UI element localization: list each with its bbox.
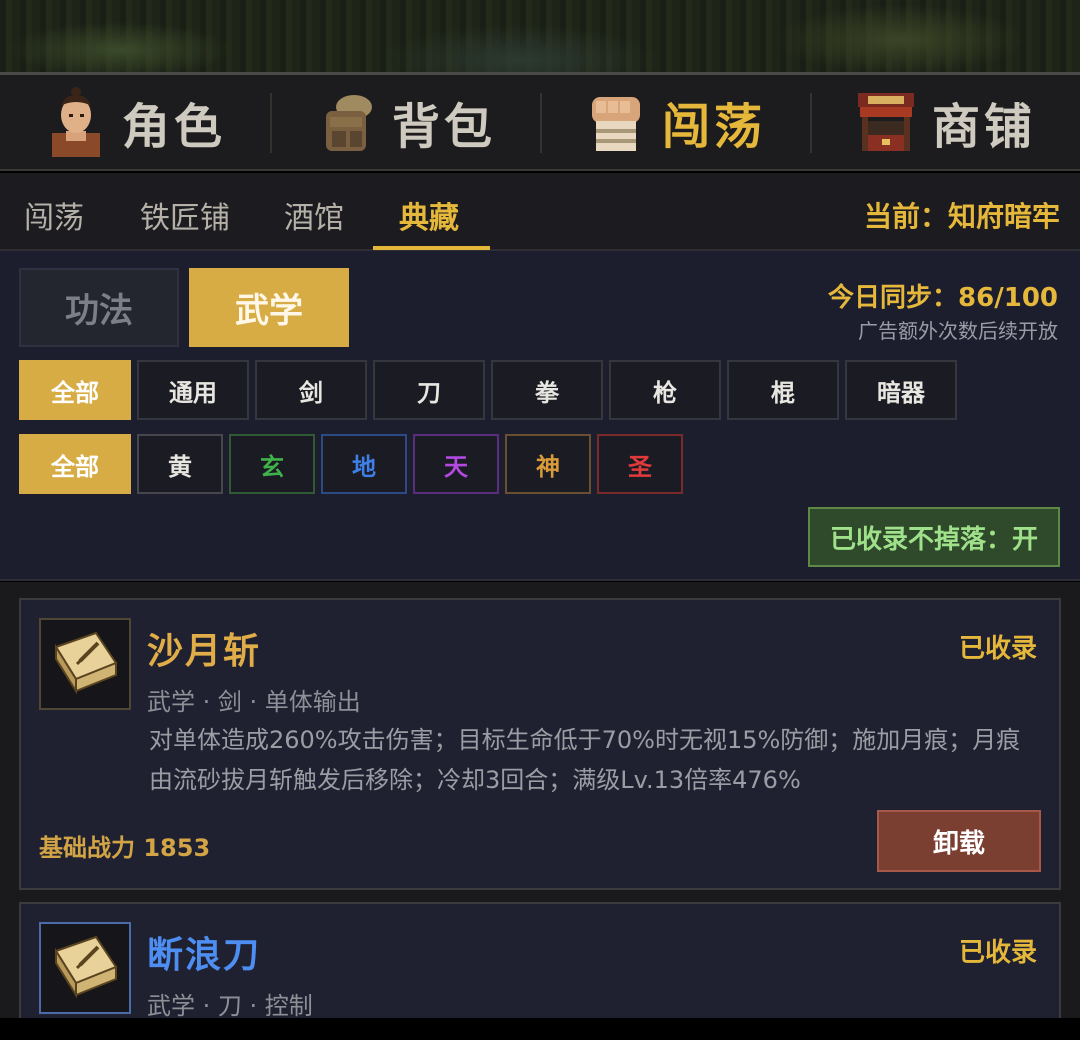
shop-stall-icon xyxy=(857,93,914,151)
grade-filter-all[interactable]: 全部 xyxy=(19,434,131,494)
skill-tags: 武学 · 刀 · 控制 xyxy=(147,992,313,1018)
grade-filter-earth[interactable]: 地 xyxy=(321,434,407,494)
daily-sync-counter: 今日同步：86/100 xyxy=(828,283,1058,313)
current-location: 当前：知府暗牢 xyxy=(863,200,1060,233)
tab-backpack[interactable]: 背包 xyxy=(270,75,540,169)
skill-description: 对单体造成260%攻击伤害；目标生命低于70%时无视15%防御；施加月痕；月痕由… xyxy=(149,726,1021,794)
type-filter-general[interactable]: 通用 xyxy=(137,360,249,420)
subtab-collection[interactable]: 典藏 xyxy=(399,193,459,237)
tab-label: 商铺 xyxy=(931,99,1036,155)
type-filter-staff[interactable]: 棍 xyxy=(727,360,839,420)
skill-name: 断浪刀 xyxy=(147,935,262,976)
grade-filter-yellow[interactable]: 黄 xyxy=(137,434,223,494)
grade-filter-xuan[interactable]: 玄 xyxy=(229,434,315,494)
subtab-blacksmith[interactable]: 铁匠铺 xyxy=(140,193,230,237)
skill-card[interactable]: 断浪刀 已收录 武学 · 刀 · 控制 xyxy=(19,902,1061,1018)
subtab-adventure[interactable]: 闯荡 xyxy=(24,193,84,237)
unload-button[interactable]: 卸载 xyxy=(877,810,1041,872)
sync-note: 广告额外次数后续开放 xyxy=(858,319,1058,343)
tab-label: 角色 xyxy=(121,99,226,155)
subtab-tavern[interactable]: 酒馆 xyxy=(284,193,344,237)
main-tab-bar: 角色 背包 闯荡 商铺 xyxy=(0,75,1080,171)
filter-panel: 功法 武学 今日同步：86/100 广告额外次数后续开放 全部 通用 剑 刀 拳… xyxy=(0,251,1080,581)
system-bottom-bar xyxy=(0,1018,1080,1040)
no-drop-collected-toggle[interactable]: 已收录不掉落：开 xyxy=(808,507,1060,567)
type-filter-spear[interactable]: 枪 xyxy=(609,360,721,420)
scenery-banner xyxy=(0,0,1080,74)
tab-character[interactable]: 角色 xyxy=(0,75,270,169)
fist-icon xyxy=(591,97,640,151)
base-power: 基础战力 1853 xyxy=(39,834,211,862)
sub-tab-bar: 闯荡 铁匠铺 酒馆 典藏 当前：知府暗牢 xyxy=(0,173,1080,251)
mode-tab-martial[interactable]: 武学 xyxy=(189,268,349,347)
tab-shop[interactable]: 商铺 xyxy=(810,75,1080,169)
skill-card[interactable]: 沙月斩 已收录 武学 · 剑 · 单体输出 对单体造成260%攻击伤害；目标生命… xyxy=(19,598,1061,890)
type-filter-blade[interactable]: 刀 xyxy=(373,360,485,420)
active-tab-underline xyxy=(373,246,490,250)
hero-portrait-icon xyxy=(51,87,100,157)
skill-tags: 武学 · 剑 · 单体输出 xyxy=(147,688,361,716)
tab-label: 背包 xyxy=(391,99,496,155)
type-filter-fist[interactable]: 拳 xyxy=(491,360,603,420)
collected-status: 已收录 xyxy=(958,634,1037,664)
backpack-icon xyxy=(325,95,372,151)
skill-book-icon xyxy=(39,618,131,710)
mode-tab-cultivation[interactable]: 功法 xyxy=(19,268,179,347)
grade-filter-sage[interactable]: 圣 xyxy=(597,434,683,494)
sword-manual-icon xyxy=(54,631,118,695)
grade-filter-divine[interactable]: 神 xyxy=(505,434,591,494)
tab-label: 闯荡 xyxy=(661,99,766,155)
grade-filter-heaven[interactable]: 天 xyxy=(413,434,499,494)
type-filter-all[interactable]: 全部 xyxy=(19,360,131,420)
type-filter-sword[interactable]: 剑 xyxy=(255,360,367,420)
collected-status: 已收录 xyxy=(958,938,1037,968)
skill-name: 沙月斩 xyxy=(147,631,262,672)
blade-manual-icon xyxy=(54,935,118,999)
skill-list: 沙月斩 已收录 武学 · 剑 · 单体输出 对单体造成260%攻击伤害；目标生命… xyxy=(0,582,1080,1018)
skill-book-icon xyxy=(39,922,131,1014)
type-filter-hidden-weapon[interactable]: 暗器 xyxy=(845,360,957,420)
tab-adventure[interactable]: 闯荡 xyxy=(540,75,810,169)
